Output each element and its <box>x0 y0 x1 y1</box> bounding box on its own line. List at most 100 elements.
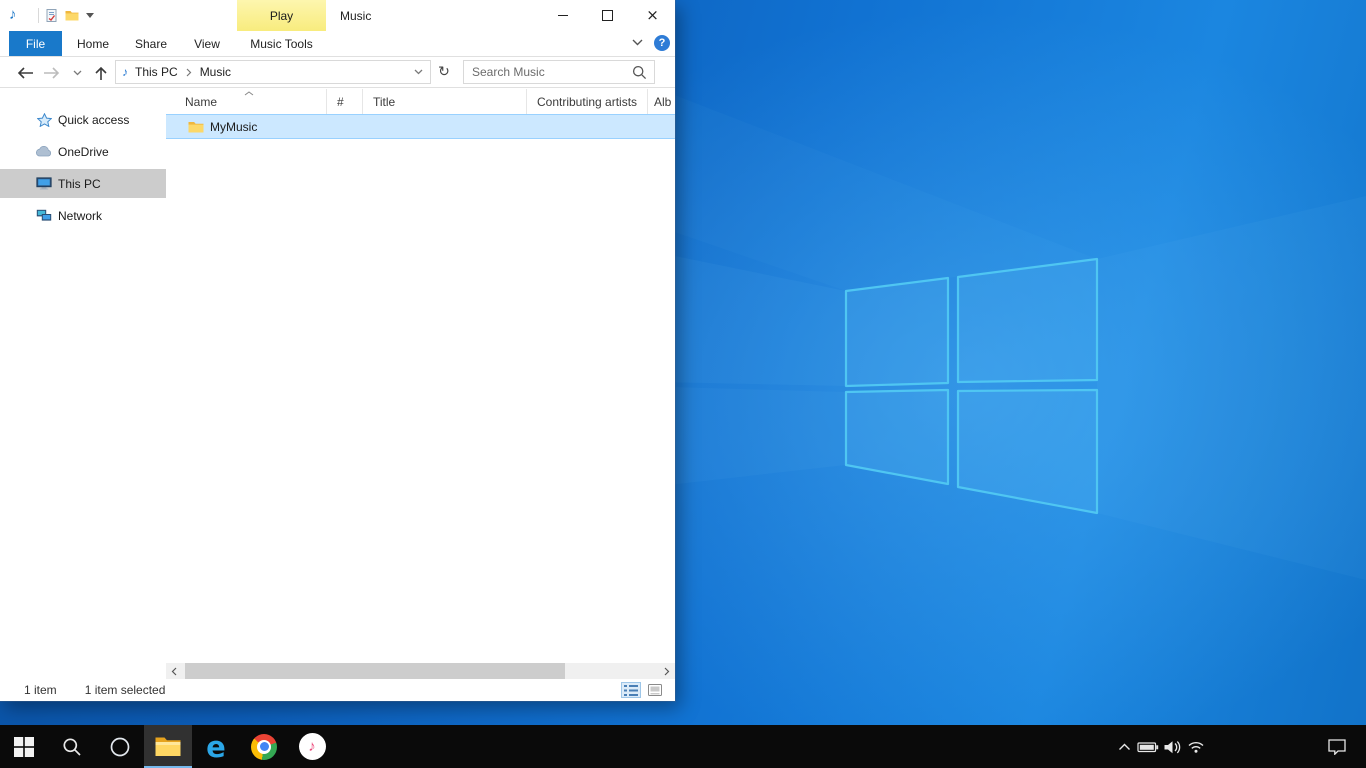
taskbar-search-button[interactable] <box>48 725 96 768</box>
tab-music-tools[interactable]: Music Tools <box>237 31 326 56</box>
itunes-icon: ♪ <box>299 733 326 760</box>
column-label: Name <box>185 95 217 109</box>
chevron-up-icon <box>1118 743 1131 751</box>
up-button[interactable] <box>90 62 112 84</box>
cortana-button[interactable] <box>96 725 144 768</box>
windows-logo-icon <box>14 737 34 757</box>
cortana-circle-icon <box>109 736 131 758</box>
taskbar-edge-button[interactable]: e <box>192 725 240 768</box>
chevron-right-icon <box>664 667 670 676</box>
sidebar-item-quick-access[interactable]: Quick access <box>0 105 166 134</box>
maximize-button[interactable] <box>585 0 630 31</box>
action-center-button[interactable] <box>1320 725 1354 768</box>
titlebar[interactable]: ♪ <box>0 0 675 31</box>
column-headers: Name # Title Contributing artists Alb <box>166 89 675 114</box>
details-view-icon <box>624 685 638 696</box>
navigation-pane: Quick access OneDrive <box>0 89 166 663</box>
customize-qat-button[interactable] <box>86 13 94 18</box>
column-header-contributing-artists[interactable]: Contributing artists <box>527 89 648 114</box>
caption-buttons: × <box>540 0 675 31</box>
scroll-right-button[interactable] <box>659 663 675 679</box>
collapse-ribbon-button[interactable] <box>632 39 643 46</box>
horizontal-scrollbar[interactable] <box>166 663 675 679</box>
navigation-toolbar: ♪ This PC Music ↻ <box>0 57 675 88</box>
quick-access-toolbar <box>46 5 94 25</box>
column-header-number[interactable]: # <box>327 89 363 114</box>
minimize-button[interactable] <box>540 0 585 31</box>
network-tray-button[interactable] <box>1184 725 1208 768</box>
scroll-left-button[interactable] <box>166 663 182 679</box>
breadcrumb-this-pc[interactable]: This PC <box>128 61 185 83</box>
column-label: Alb <box>654 95 671 109</box>
search-button[interactable] <box>632 65 654 80</box>
ribbon-tabs: File Home Share View Music Tools ? <box>0 31 675 57</box>
forward-button[interactable] <box>40 62 62 84</box>
chrome-icon <box>251 734 277 760</box>
status-bar: 1 item 1 item selected <box>0 679 675 701</box>
view-buttons <box>621 682 665 698</box>
details-view-button[interactable] <box>621 682 641 698</box>
address-bar[interactable]: ♪ This PC Music <box>115 60 431 84</box>
tab-share[interactable]: Share <box>128 31 174 56</box>
taskbar-chrome-button[interactable] <box>240 725 288 768</box>
tab-home[interactable]: Home <box>72 31 114 56</box>
refresh-button[interactable]: ↻ <box>433 60 455 84</box>
sidebar-item-network[interactable]: Network <box>0 201 166 230</box>
column-header-name[interactable]: Name <box>166 89 327 114</box>
properties-button[interactable] <box>46 9 58 22</box>
large-icons-view-button[interactable] <box>645 682 665 698</box>
tab-file[interactable]: File <box>9 31 62 56</box>
taskbar-file-explorer-button[interactable] <box>144 725 192 768</box>
file-list: Name # Title Contributing artists Alb <box>166 89 675 663</box>
chevron-left-icon <box>171 667 177 676</box>
volume-tray-button[interactable] <box>1160 725 1184 768</box>
help-button[interactable]: ? <box>654 35 670 51</box>
column-label: # <box>337 95 344 109</box>
window-body: Quick access OneDrive <box>0 89 675 663</box>
column-header-title[interactable]: Title <box>363 89 527 114</box>
arrow-left-icon <box>17 66 34 80</box>
large-icons-view-icon <box>648 684 662 696</box>
new-folder-button[interactable] <box>65 10 79 21</box>
tab-view[interactable]: View <box>186 31 228 56</box>
start-button[interactable] <box>0 725 48 768</box>
folder-icon <box>188 121 204 133</box>
close-button[interactable]: × <box>630 0 675 31</box>
scrollbar-thumb[interactable] <box>185 663 565 679</box>
close-icon: × <box>646 8 659 23</box>
taskbar-itunes-button[interactable]: ♪ <box>288 725 336 768</box>
battery-tray-button[interactable] <box>1136 725 1160 768</box>
sidebar-item-this-pc[interactable]: This PC <box>0 169 166 198</box>
action-center-icon <box>1327 738 1347 755</box>
chrome-icon-core <box>260 742 269 751</box>
sidebar-item-onedrive[interactable]: OneDrive <box>0 137 166 166</box>
column-label: Title <box>373 95 395 109</box>
computer-icon <box>36 177 52 190</box>
arrow-up-icon <box>94 66 108 81</box>
divider <box>38 8 39 23</box>
contextual-tab-play[interactable]: Play <box>237 0 326 31</box>
file-explorer-window: ♪ <box>0 0 675 701</box>
maximize-icon <box>602 10 613 21</box>
music-note-app-icon: ♪ <box>9 6 17 24</box>
wifi-icon <box>1187 739 1205 754</box>
column-header-album[interactable]: Alb <box>648 89 675 114</box>
recent-locations-button[interactable] <box>66 62 88 84</box>
selection-count: 1 item selected <box>85 683 166 697</box>
search-input[interactable] <box>464 65 632 79</box>
sidebar-item-label: Quick access <box>58 113 129 127</box>
chevron-down-icon <box>86 13 94 18</box>
breadcrumb-music[interactable]: Music <box>193 61 238 83</box>
search-box <box>463 60 655 84</box>
sidebar-item-label: This PC <box>58 177 101 191</box>
search-icon <box>632 65 647 80</box>
sort-ascending-icon <box>244 91 254 96</box>
back-button[interactable] <box>14 62 36 84</box>
file-row-mymusic[interactable]: MyMusic <box>166 114 675 139</box>
chevron-down-icon <box>632 39 643 46</box>
window-title: Music <box>340 0 371 31</box>
show-hidden-icons-button[interactable] <box>1112 725 1136 768</box>
item-count: 1 item <box>24 683 57 697</box>
address-dropdown-button[interactable] <box>414 69 430 75</box>
minimize-icon <box>558 15 568 16</box>
